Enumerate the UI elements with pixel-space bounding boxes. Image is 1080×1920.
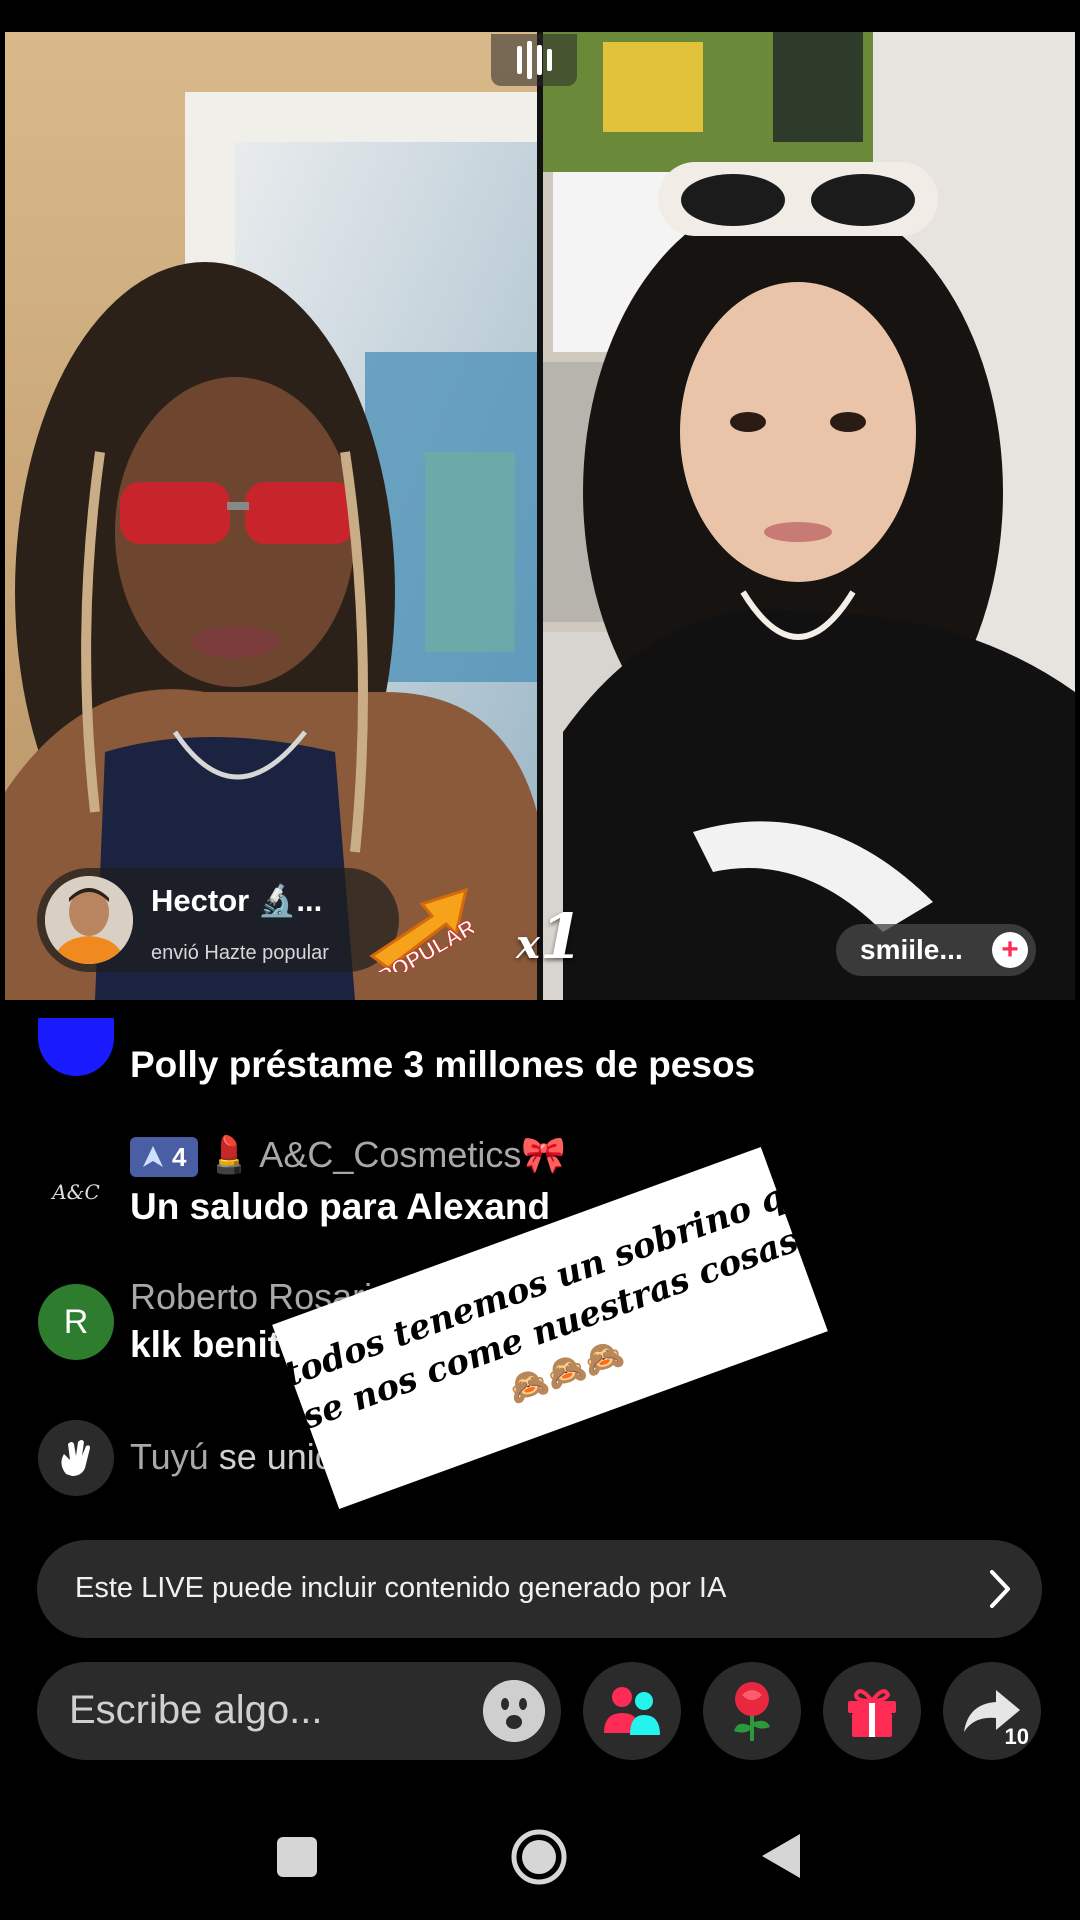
chat-username-text: 💄 A&C_Cosmetics🎀 <box>206 1134 567 1175</box>
emoji-icon[interactable] <box>483 1680 545 1742</box>
ai-content-banner[interactable]: Este LIVE puede incluir contenido genera… <box>37 1540 1042 1638</box>
host-video-frame <box>5 32 537 1000</box>
share-count: 10 <box>1004 1724 1029 1749</box>
level-icon <box>143 1146 163 1168</box>
chat-avatar[interactable] <box>38 1018 114 1076</box>
guest-video[interactable] <box>543 32 1075 1000</box>
chat-avatar[interactable]: R <box>38 1284 114 1360</box>
host-video[interactable] <box>5 32 537 1000</box>
chat-message-text: Polly préstame 3 millones de pesos <box>130 1044 756 1085</box>
system-nav-bar <box>0 1800 1080 1920</box>
live-screen: Hector 🔬... envió Hazte popular POPULAR … <box>0 0 1080 1920</box>
popular-gift-icon: POPULAR <box>369 887 474 972</box>
share-button[interactable]: 10 <box>943 1662 1041 1760</box>
join-username: Tuyú <box>130 1436 209 1477</box>
gift-icon <box>848 1689 896 1737</box>
gift-sender-avatar[interactable] <box>45 876 133 964</box>
guest-name: smiile... <box>860 934 963 965</box>
nav-back-icon[interactable] <box>760 1832 802 1880</box>
avatar-logo-text: A&C <box>52 1180 100 1204</box>
chat-message-text: klk benit <box>130 1324 281 1365</box>
combo-count: 1 <box>539 900 583 973</box>
bars-icon[interactable] <box>491 34 577 86</box>
comment-placeholder: Escribe algo... <box>69 1688 323 1732</box>
live-video-split <box>5 32 1075 1000</box>
rose-button[interactable] <box>703 1662 801 1760</box>
rose-icon <box>734 1682 770 1741</box>
gift-sender-name: Hector 🔬... <box>151 883 323 918</box>
guest-video-frame <box>543 32 1075 1000</box>
gift-message: envió Hazte popular <box>151 942 329 964</box>
chat-avatar[interactable]: A&C <box>38 1154 114 1230</box>
nav-recent-icon[interactable] <box>276 1836 318 1878</box>
gift-notification: Hector 🔬... envió Hazte popular <box>37 868 399 972</box>
level-number: 4 <box>172 1141 187 1172</box>
guest-tag[interactable]: smiile... + <box>836 924 1036 976</box>
level-badge: 4 <box>130 1137 199 1178</box>
wave-icon <box>38 1420 114 1496</box>
gift-combo: x1 <box>516 900 583 973</box>
join-text: Tuyú se unió <box>130 1436 335 1478</box>
chat-message-text: Un saludo para Alexand <box>130 1186 551 1227</box>
guests-button[interactable] <box>583 1662 681 1760</box>
gift-button[interactable] <box>823 1662 921 1760</box>
nav-home-icon[interactable] <box>510 1828 568 1886</box>
guests-icon <box>604 1687 660 1735</box>
ai-notice-text: Este LIVE puede incluir contenido genera… <box>75 1572 727 1604</box>
chevron-right-icon <box>990 1570 1010 1608</box>
chat-username: 4 💄 A&C_Cosmetics🎀 <box>130 1134 567 1178</box>
add-icon[interactable]: + <box>992 932 1028 968</box>
comment-input[interactable]: Escribe algo... <box>37 1662 561 1760</box>
combo-multiplier: x <box>516 921 540 968</box>
